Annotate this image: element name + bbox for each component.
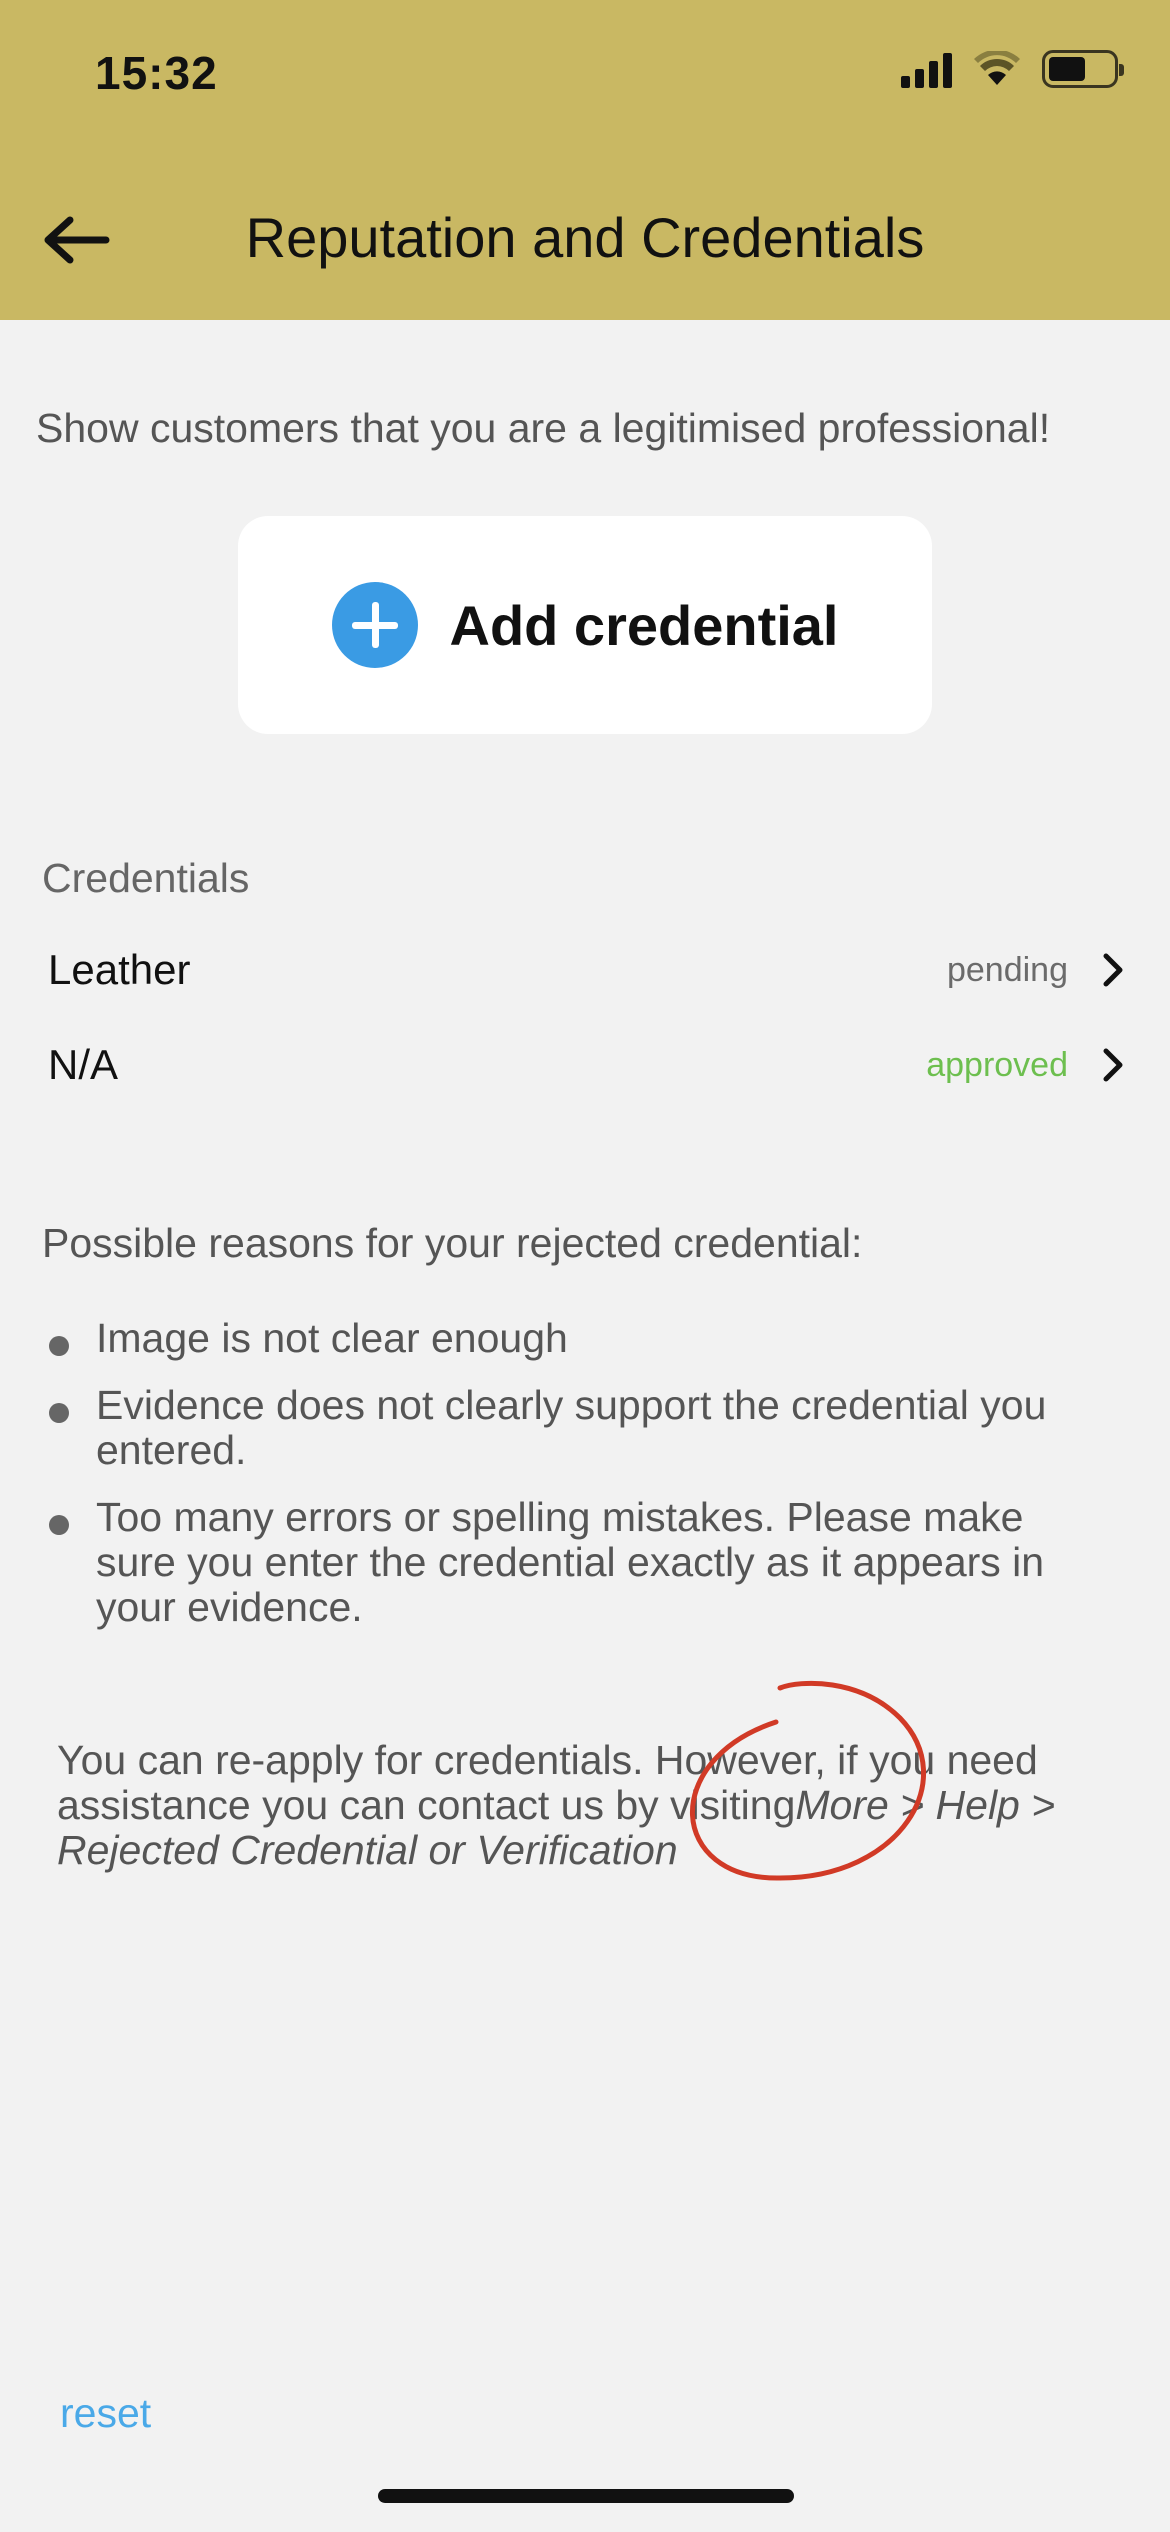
credentials-section-label: Credentials (42, 855, 250, 901)
bullet-icon (49, 1403, 69, 1423)
battery-icon (1042, 50, 1124, 88)
reason-text: Too many errors or spelling mistakes. Pl… (96, 1494, 1045, 1630)
chevron-right-icon (1103, 953, 1123, 987)
page-title: Reputation and Credentials (245, 206, 925, 269)
wifi-icon (974, 51, 1020, 85)
reset-button[interactable]: reset (60, 2390, 151, 2437)
bullet-icon (49, 1336, 69, 1356)
bullet-icon (49, 1515, 69, 1535)
status-icons (901, 50, 1124, 88)
list-item: Evidence does not clearly support the cr… (42, 1383, 1082, 1473)
reapply-text: You can re-apply for credentials. Howeve… (57, 1738, 1117, 1873)
credential-row-na[interactable]: N/A approved (0, 1020, 1170, 1110)
credential-name: N/A (48, 1041, 119, 1088)
reason-text: Evidence does not clearly support the cr… (96, 1382, 1047, 1473)
home-indicator[interactable] (378, 2489, 794, 2503)
rejection-reasons-list: Image is not clear enough Evidence does … (42, 1316, 1082, 1652)
add-credential-button[interactable]: Add credential (238, 516, 932, 734)
intro-text: Show customers that you are a legitimise… (36, 405, 1051, 451)
rejection-reasons-title: Possible reasons for your rejected crede… (42, 1220, 863, 1266)
credential-name: Leather (48, 946, 191, 993)
chevron-right-icon (1103, 1048, 1123, 1082)
reason-text: Image is not clear enough (96, 1315, 568, 1361)
credential-row-leather[interactable]: Leather pending (0, 925, 1170, 1015)
list-item: Image is not clear enough (42, 1316, 1082, 1361)
app-header: 15:32 Reputation and Credentials (0, 0, 1170, 320)
add-credential-label: Add credential (449, 593, 839, 657)
status-time: 15:32 (95, 47, 218, 99)
list-item: Too many errors or spelling mistakes. Pl… (42, 1495, 1082, 1630)
credential-status: approved (926, 1045, 1068, 1084)
cellular-signal-icon (901, 50, 952, 88)
plus-circle-icon (331, 582, 418, 668)
credential-status: pending (946, 950, 1068, 989)
screen: 15:32 Reputation and Credentials Show cu… (0, 0, 1170, 2532)
